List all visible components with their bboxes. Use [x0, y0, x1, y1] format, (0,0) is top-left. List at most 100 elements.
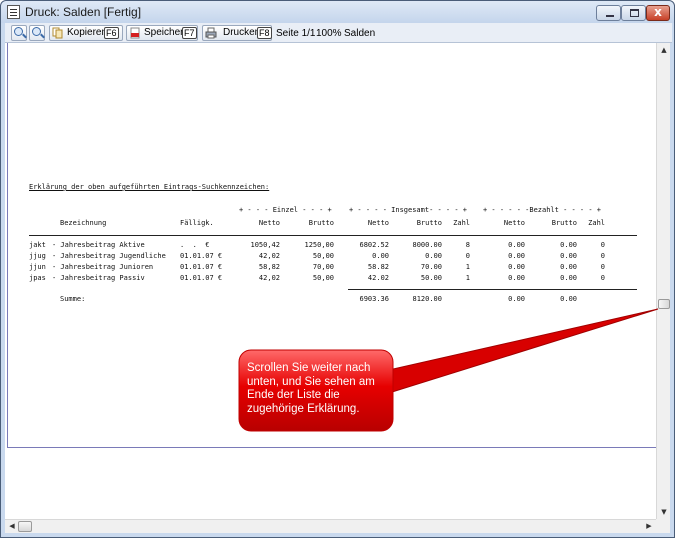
sum-rule [348, 289, 637, 290]
row-total-net: 6802.52 [359, 241, 389, 249]
copy-button[interactable]: Kopieren F6 [49, 25, 123, 41]
close-icon: x [654, 5, 662, 19]
minimize-button[interactable] [596, 5, 621, 21]
row-paid-count: 0 [600, 252, 605, 260]
sum-paid-net: 0.00 [508, 295, 525, 303]
preview-area[interactable]: Erklärung der oben aufgeführten Eintrags… [5, 43, 657, 519]
group-header-paid: + - - - - -Bezahlt - - - - + [483, 206, 602, 214]
row-total-count: 1 [465, 263, 470, 271]
col-paid-gross: Brutto [551, 219, 577, 227]
print-label: Drucken [223, 27, 261, 38]
row-single-net: 42,02 [258, 252, 280, 260]
sum-paid-gross: 0.00 [560, 295, 577, 303]
row-single-net: 58,82 [258, 263, 280, 271]
row-code: jpas [29, 274, 46, 282]
print-button[interactable]: Drucken F8 [202, 25, 272, 41]
row-code: jjun [29, 263, 46, 271]
maximize-icon [630, 9, 639, 17]
row-paid-count: 0 [600, 241, 605, 249]
row-total-count: 1 [465, 274, 470, 282]
col-due: Fälligk. [180, 219, 214, 227]
vertical-scroll-thumb[interactable] [658, 299, 670, 309]
callout-text: Scrollen Sie weiter nach unten, und Sie … [247, 362, 375, 415]
row-due: 01.01.07 € [180, 263, 223, 271]
copy-icon [52, 27, 63, 39]
row-due: . . € [180, 241, 210, 249]
row-total-count: 8 [465, 241, 470, 249]
row-paid-count: 0 [600, 274, 605, 282]
zoom-out-button[interactable] [29, 25, 45, 41]
row-description: - Jahresbeitrag Jugendliche [52, 252, 166, 260]
save-shortcut: F7 [182, 27, 197, 39]
document-icon [7, 5, 20, 19]
row-total-gross: 8000.00 [412, 241, 442, 249]
group-header-total: + - - - - Insgesamt- - - - + [349, 206, 468, 214]
row-paid-gross: 0.00 [560, 263, 577, 271]
zoom-out-icon [32, 27, 41, 36]
print-shortcut: F8 [257, 27, 272, 39]
toolbar: Kopieren F6 Speichern F7 Drucken F8 Seit… [5, 23, 672, 43]
title-bar[interactable]: Druck: Salden [Fertig] x [1, 1, 674, 23]
col-single-gross: Brutto [308, 219, 334, 227]
row-code: jakt [29, 241, 46, 249]
row-total-net: 42.02 [367, 274, 389, 282]
sum-total-net: 6903.36 [359, 295, 389, 303]
row-paid-net: 0.00 [508, 241, 525, 249]
sum-label: Summe: [60, 295, 86, 303]
row-due: 01.01.07 € [180, 252, 223, 260]
col-single-net: Netto [258, 219, 280, 227]
row-total-gross: 70.00 [420, 263, 442, 271]
row-paid-net: 0.00 [508, 263, 525, 271]
row-single-gross: 70,00 [312, 263, 334, 271]
row-description: - Jahresbeitrag Junioren [52, 263, 154, 271]
page-gap [5, 448, 656, 519]
sum-total-gross: 8120.00 [412, 295, 442, 303]
row-total-gross: 50.00 [420, 274, 442, 282]
row-total-net: 58.82 [367, 263, 389, 271]
row-description: - Jahresbeitrag Passiv [52, 274, 145, 282]
vertical-scrollbar[interactable]: ▲ ▼ [656, 43, 670, 519]
row-total-count: 0 [465, 252, 470, 260]
printer-icon [205, 27, 217, 39]
col-description: Bezeichnung [60, 219, 107, 227]
row-total-gross: 0.00 [425, 252, 442, 260]
header-rule [29, 235, 637, 236]
minimize-icon [606, 15, 614, 17]
row-due: 01.01.07 € [180, 274, 223, 282]
zoom-in-button[interactable] [11, 25, 27, 41]
maximize-button[interactable] [621, 5, 646, 21]
horizontal-scroll-thumb[interactable] [18, 521, 32, 532]
copy-label: Kopieren [67, 27, 108, 38]
window-title: Druck: Salden [Fertig] [25, 5, 142, 19]
row-paid-net: 0.00 [508, 274, 525, 282]
page-indicator: Seite 1/1 [276, 28, 316, 39]
row-total-net: 0.00 [372, 252, 389, 260]
scroll-up-arrow[interactable]: ▲ [657, 43, 671, 57]
print-preview-window: Druck: Salden [Fertig] x Kopieren F6 Spe… [0, 0, 675, 538]
col-total-count: Zahl [453, 219, 470, 227]
col-paid-count: Zahl [588, 219, 605, 227]
scroll-down-arrow[interactable]: ▼ [657, 505, 671, 519]
col-paid-net: Netto [503, 219, 525, 227]
scroll-left-arrow[interactable]: ◀ [5, 519, 19, 533]
row-paid-count: 0 [600, 263, 605, 271]
row-paid-gross: 0.00 [560, 274, 577, 282]
scrollbar-corner [656, 519, 670, 533]
scroll-right-arrow[interactable]: ▶ [642, 519, 656, 533]
zoom-in-icon [14, 27, 23, 36]
row-paid-gross: 0.00 [560, 252, 577, 260]
row-single-gross: 50,00 [312, 274, 334, 282]
save-button[interactable]: Speichern F7 [126, 25, 198, 41]
copy-shortcut: F6 [104, 27, 119, 39]
report-name: Salden [344, 28, 376, 39]
row-paid-gross: 0.00 [560, 241, 577, 249]
row-single-gross: 1250,00 [304, 241, 334, 249]
zoom-level: 100% [316, 28, 342, 39]
row-single-net: 42,02 [258, 274, 280, 282]
row-single-gross: 50,00 [312, 252, 334, 260]
row-paid-net: 0.00 [508, 252, 525, 260]
horizontal-scrollbar[interactable]: ◀ ▶ [5, 519, 656, 533]
col-total-net: Netto [367, 219, 389, 227]
group-header-single: + - - - Einzel - - - + [239, 206, 332, 214]
close-button[interactable]: x [646, 5, 670, 21]
